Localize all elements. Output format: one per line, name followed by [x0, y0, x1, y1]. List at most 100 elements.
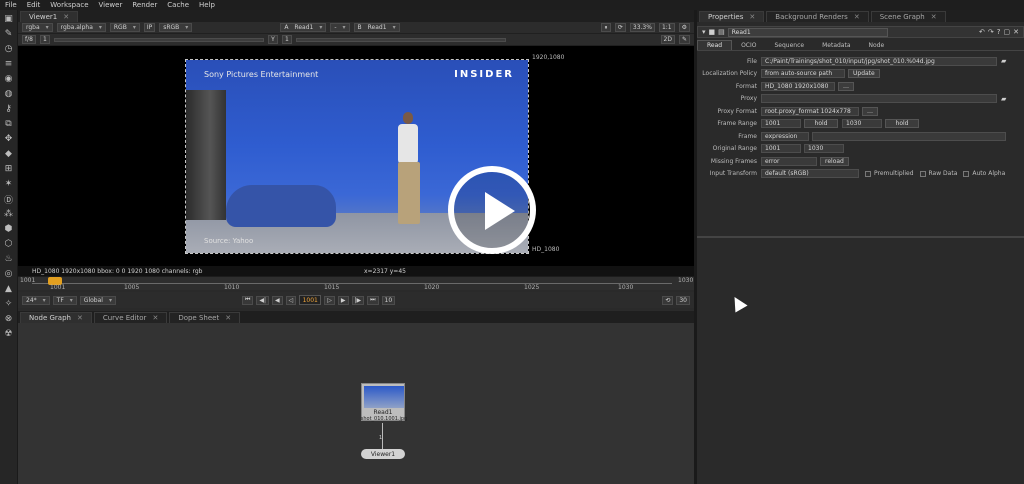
prev-frame-icon[interactable]: ◀ — [272, 295, 283, 305]
next-key-icon[interactable]: |▶ — [351, 295, 365, 305]
draw-tool-icon[interactable]: ✎ — [3, 28, 15, 40]
redo-icon[interactable]: ↷ — [988, 28, 994, 36]
settings-icon[interactable]: ⚙ — [678, 23, 690, 32]
gain-slider[interactable] — [53, 37, 264, 42]
node-name-field[interactable]: Read1 — [727, 27, 888, 37]
proxy-format-edit-button[interactable]: … — [862, 106, 878, 116]
deep-tool-icon[interactable]: Ⓓ — [3, 193, 15, 206]
menu-help[interactable]: Help — [194, 1, 220, 9]
viewer-node[interactable]: Viewer1 — [361, 449, 405, 459]
tab-viewer1[interactable]: Viewer1 ✕ — [20, 11, 79, 22]
input-b-select[interactable]: B Read1 ▾ — [353, 23, 400, 32]
toolsets-tool-icon[interactable]: ⬢ — [3, 223, 15, 235]
increment-value[interactable]: 10 — [381, 295, 396, 305]
subtab-read[interactable]: Read — [697, 40, 733, 50]
color-tool-icon[interactable]: ◉ — [3, 73, 15, 85]
view-mode-select[interactable]: 2D — [660, 35, 675, 44]
fstop-label[interactable]: f/8 — [22, 35, 36, 44]
subtab-ocio[interactable]: OCIO — [732, 40, 765, 50]
menu-cache[interactable]: Cache — [162, 1, 194, 9]
loop-icon[interactable]: ⟲ — [662, 295, 674, 305]
close-icon[interactable]: ✕ — [225, 314, 231, 322]
rgb-select[interactable]: RGB ▾ — [109, 23, 140, 32]
menu-workspace[interactable]: Workspace — [45, 1, 93, 9]
keyer-tool-icon[interactable]: ⚷ — [3, 103, 15, 115]
tab-curve-editor[interactable]: Curve Editor ✕ — [93, 312, 168, 323]
folder-icon[interactable]: ▰ — [1001, 57, 1006, 65]
brush-icon[interactable]: ✎ — [678, 35, 690, 44]
zoom-select[interactable]: 33.3% — [629, 23, 655, 32]
fstop-value[interactable]: 1 — [39, 35, 50, 44]
ocula-tool-icon[interactable]: ◎ — [3, 268, 15, 280]
next-frame-icon[interactable]: ▶ — [337, 295, 349, 305]
other-tool-icon[interactable]: ⬡ — [3, 238, 15, 250]
raw-data-checkbox[interactable] — [919, 170, 926, 177]
float-icon[interactable]: ▢ — [1004, 28, 1011, 36]
frame-expression-field[interactable] — [812, 131, 1006, 141]
gamma-slider[interactable] — [295, 37, 506, 42]
subtab-sequence[interactable]: Sequence — [765, 40, 813, 50]
help-icon[interactable]: ? — [997, 28, 1001, 36]
proxy-field[interactable] — [761, 94, 997, 104]
frame-range-end-mode[interactable]: hold — [885, 119, 919, 129]
localization-select[interactable]: from auto-source path — [761, 69, 845, 79]
frame-range-end[interactable]: 1030 — [842, 119, 882, 129]
range-select[interactable]: Global ▾ — [79, 295, 116, 305]
play-forward-icon[interactable]: ▷ — [324, 295, 335, 305]
file-field[interactable]: C:/Paint/Trainings/shot_010/input/jpg/sh… — [761, 56, 997, 66]
tab-properties[interactable]: Properties ✕ — [699, 11, 765, 22]
frame-mode-select[interactable]: expression — [761, 131, 809, 141]
frame-range-start-mode[interactable]: hold — [804, 119, 838, 129]
composite-select[interactable]: - ▾ — [330, 23, 350, 32]
menu-render[interactable]: Render — [127, 1, 162, 9]
3d-tool-icon[interactable]: ◆ — [3, 148, 15, 160]
first-frame-icon[interactable]: ⏮ — [241, 295, 254, 305]
tab-background-renders[interactable]: Background Renders ✕ — [766, 11, 869, 22]
close-icon[interactable]: ✕ — [1013, 28, 1019, 36]
alpha-select[interactable]: rgba.alpha ▾ — [56, 23, 106, 32]
furnace-tool-icon[interactable]: ♨ — [3, 253, 15, 265]
timeline[interactable]: 1001 1001 1005 1010 1015 1020 1025 1030 … — [18, 276, 694, 291]
update-button[interactable]: Update — [848, 69, 880, 79]
gamma-label[interactable]: Y — [267, 35, 278, 44]
node-graph[interactable]: Read1 shot_010.1001.jpg 1 Viewer1 — [18, 323, 694, 484]
end-frame-field[interactable]: 30 — [676, 295, 690, 305]
reload-button[interactable]: reload — [820, 156, 849, 166]
image-tool-icon[interactable]: ▣ — [3, 13, 15, 25]
ratio-select[interactable]: 1:1 — [658, 23, 675, 32]
format-select[interactable]: HD_1080 1920x1080 — [761, 81, 835, 91]
gamma-value[interactable]: 1 — [281, 35, 292, 44]
original-range-end[interactable]: 1030 — [804, 144, 844, 154]
merge-tool-icon[interactable]: ⧉ — [3, 118, 15, 130]
current-frame-field[interactable]: 1001 — [299, 295, 322, 305]
format-edit-button[interactable]: … — [838, 81, 854, 91]
fps-select[interactable]: 24* ▾ — [22, 295, 50, 305]
read-node[interactable]: Read1 shot_010.1001.jpg — [361, 383, 407, 422]
metadata-tool-icon[interactable]: ✶ — [3, 178, 15, 190]
refresh-icon[interactable]: ⟳ — [614, 23, 626, 32]
particles-tool-icon[interactable]: ⁂ — [3, 208, 15, 220]
viewer-viewport[interactable]: Sony Pictures Entertainment Source: Yaho… — [18, 46, 694, 266]
play-backward-icon[interactable]: ◁ — [285, 295, 297, 305]
views-tool-icon[interactable]: ⊞ — [3, 163, 15, 175]
tab-scene-graph[interactable]: Scene Graph ✕ — [870, 11, 946, 22]
close-icon[interactable]: ✕ — [854, 13, 860, 21]
collapse-icon[interactable]: ▾ — [702, 28, 706, 36]
node-color-icon[interactable]: ■ — [709, 28, 716, 36]
prev-key-icon[interactable]: ◀| — [256, 295, 269, 305]
folder-icon[interactable]: ▰ — [1001, 95, 1006, 103]
auto-alpha-checkbox[interactable] — [963, 170, 970, 177]
subtab-node[interactable]: Node — [860, 40, 894, 50]
air-tool-icon[interactable]: ⊗ — [3, 313, 15, 325]
close-icon[interactable]: ✕ — [931, 13, 937, 21]
frame-range-start[interactable]: 1001 — [761, 119, 801, 129]
tf-select[interactable]: TF ▾ — [52, 295, 77, 305]
undo-icon[interactable]: ↶ — [979, 28, 985, 36]
pause-icon[interactable]: ⏸ — [600, 23, 611, 32]
menu-file[interactable]: File — [0, 1, 22, 9]
cara-tool-icon[interactable]: ▲ — [3, 283, 15, 295]
input-a-select[interactable]: A Read1 ▾ — [280, 23, 327, 32]
tab-dope-sheet[interactable]: Dope Sheet ✕ — [169, 312, 241, 323]
proxy-format-select[interactable]: root.proxy_format 1024x778 — [761, 106, 859, 116]
plugins-tool-icon[interactable]: ✧ — [3, 298, 15, 310]
